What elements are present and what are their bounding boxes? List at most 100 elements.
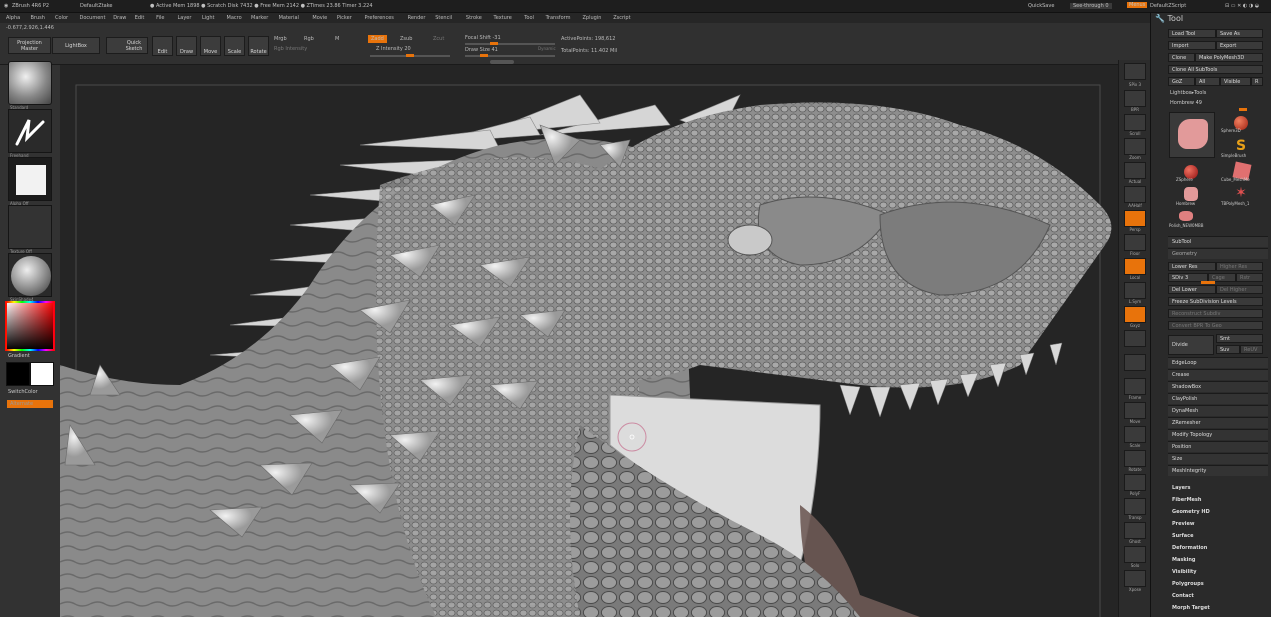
rstr-button[interactable]: Rstr xyxy=(1236,273,1263,282)
zcut-toggle[interactable]: Zcut xyxy=(433,36,444,42)
make-polymesh-button[interactable]: Make PolyMesh3D xyxy=(1195,53,1263,62)
draw-mode-button[interactable]: Draw xyxy=(176,36,197,56)
quick-sketch-button[interactable]: Quick Sketch xyxy=(106,37,148,54)
zadd-toggle[interactable]: Zadd xyxy=(368,35,387,43)
section-surface[interactable]: Surface xyxy=(1168,531,1268,542)
menu-item-texture[interactable]: Texture xyxy=(494,15,512,21)
tool-thumb-polish[interactable] xyxy=(1179,211,1193,221)
goz-r-button[interactable]: R xyxy=(1251,77,1263,86)
save-as-button[interactable]: Save As xyxy=(1216,29,1263,38)
section-polygroups[interactable]: Polygroups xyxy=(1168,579,1268,590)
convert-bpr-button[interactable]: Convert BPR To Geo xyxy=(1168,321,1263,330)
focal-shift-track[interactable] xyxy=(465,42,555,45)
menus-button[interactable]: Menus xyxy=(1127,2,1148,8)
see-through-slider[interactable]: See-through 0 xyxy=(1070,3,1112,9)
tray-button-l-sym[interactable] xyxy=(1124,282,1146,299)
rgb-intensity-slider[interactable]: Rgb Intensity xyxy=(274,46,307,52)
tray-button-scale[interactable] xyxy=(1124,426,1146,443)
freeze-subdivision-button[interactable]: Freeze SubDivision Levels xyxy=(1168,297,1263,306)
dinosaur-sculpt-viewport[interactable] xyxy=(60,65,1118,617)
tray-button-slot-10[interactable] xyxy=(1124,330,1146,347)
menu-item-file[interactable]: File xyxy=(156,15,164,21)
load-tool-button[interactable]: Load Tool xyxy=(1168,29,1216,38)
tray-button-floor[interactable] xyxy=(1124,234,1146,251)
tray-button-transp[interactable] xyxy=(1124,498,1146,515)
menu-item-stroke[interactable]: Stroke xyxy=(466,15,482,21)
zsub-toggle[interactable]: Zsub xyxy=(400,36,412,42)
suv-toggle[interactable]: Suv xyxy=(1216,345,1240,354)
tray-button-frame[interactable] xyxy=(1124,378,1146,395)
tray-button-local[interactable] xyxy=(1124,258,1146,275)
tray-button-slot-11[interactable] xyxy=(1124,354,1146,371)
menu-item-brush[interactable]: Brush xyxy=(31,15,45,21)
export-button[interactable]: Export xyxy=(1216,41,1263,50)
current-tool-slider[interactable]: Hombrew 49 xyxy=(1170,100,1202,106)
draw-size-knob[interactable] xyxy=(480,54,488,57)
geometry-item-modify-topology[interactable]: Modify Topology xyxy=(1168,429,1268,440)
menu-item-transform[interactable]: Transform xyxy=(546,15,571,21)
projection-master-button[interactable]: Projection Master xyxy=(8,37,51,54)
menu-item-light[interactable]: Light xyxy=(202,15,214,21)
geometry-item-shadowbox[interactable]: ShadowBox xyxy=(1168,381,1268,392)
menu-item-tool[interactable]: Tool xyxy=(524,15,534,21)
tray-button-move[interactable] xyxy=(1124,402,1146,419)
reconstruct-subdiv-button[interactable]: Reconstruct Subdiv xyxy=(1168,309,1263,318)
lightbox-tools-button[interactable]: Lightbox▸Tools xyxy=(1170,90,1206,96)
tray-button-ghost[interactable] xyxy=(1124,522,1146,539)
quicksave-button[interactable]: QuickSave xyxy=(1028,3,1054,9)
del-lower-button[interactable]: Del Lower xyxy=(1168,285,1216,294)
section-preview[interactable]: Preview xyxy=(1168,519,1268,530)
m-toggle[interactable]: M xyxy=(335,36,339,42)
current-tool-knob[interactable] xyxy=(1239,108,1247,111)
shelf-collapse-handle[interactable] xyxy=(490,60,514,64)
tray-button-scroll[interactable] xyxy=(1124,114,1146,131)
menu-item-material[interactable]: Material xyxy=(279,15,299,21)
geometry-item-claypolish[interactable]: ClayPolish xyxy=(1168,393,1268,404)
tray-button-polyf[interactable] xyxy=(1124,474,1146,491)
subtool-section[interactable]: SubTool xyxy=(1168,236,1268,247)
focal-shift-slider[interactable]: Focal Shift -31 xyxy=(465,35,501,41)
tray-button-xpose[interactable] xyxy=(1124,570,1146,587)
section-deformation[interactable]: Deformation xyxy=(1168,543,1268,554)
alpha-thumbnail[interactable] xyxy=(8,157,52,201)
menu-item-color[interactable]: Color xyxy=(55,15,68,21)
menu-item-alpha[interactable]: Alpha xyxy=(6,15,20,21)
menu-item-marker[interactable]: Marker xyxy=(251,15,268,21)
reuv-toggle[interactable]: ReUV xyxy=(1240,345,1263,354)
window-controls[interactable]: ⊟ ▭ ✕ ◐ ◑ ◒ xyxy=(1225,3,1259,9)
tray-button-rotate[interactable] xyxy=(1124,450,1146,467)
menu-item-zplugin[interactable]: Zplugin xyxy=(583,15,602,21)
stroke-thumbnail[interactable] xyxy=(8,109,52,153)
material-thumbnail[interactable] xyxy=(8,253,52,297)
dynamic-toggle[interactable]: Dynamic xyxy=(538,46,556,51)
default-zscript-button[interactable]: DefaultZScript xyxy=(1150,3,1186,9)
tray-button-aahalf[interactable] xyxy=(1124,186,1146,203)
spix-slider[interactable]: SPix 3 xyxy=(1119,82,1151,87)
section-contact[interactable]: Contact xyxy=(1168,591,1268,602)
main-color-swatch[interactable] xyxy=(6,362,30,386)
tool-thumb-hombrew-large[interactable] xyxy=(1169,112,1215,158)
section-morph-target[interactable]: Morph Target xyxy=(1168,603,1268,614)
tray-button-actual[interactable] xyxy=(1124,162,1146,179)
sdiv-knob[interactable] xyxy=(1201,281,1215,284)
scale-mode-button[interactable]: Scale xyxy=(224,36,245,56)
geometry-item-size[interactable]: Size xyxy=(1168,453,1268,464)
geometry-item-crease[interactable]: Crease xyxy=(1168,369,1268,380)
goz-all-button[interactable]: All xyxy=(1195,77,1220,86)
del-higher-button[interactable]: Del Higher xyxy=(1216,285,1263,294)
geometry-item-edgeloop[interactable]: EdgeLoop xyxy=(1168,357,1268,368)
gradient-toggle[interactable]: Gradient xyxy=(8,353,30,359)
edit-mode-button[interactable]: Edit xyxy=(152,36,173,56)
document-canvas[interactable] xyxy=(60,65,1118,617)
menu-item-render[interactable]: Render xyxy=(408,15,426,21)
menu-item-movie[interactable]: Movie xyxy=(312,15,327,21)
geometry-item-meshintegrity[interactable]: MeshIntegrity xyxy=(1168,465,1268,476)
section-layers[interactable]: Layers xyxy=(1168,483,1268,494)
import-button[interactable]: Import xyxy=(1168,41,1216,50)
geometry-item-dynamesh[interactable]: DynaMesh xyxy=(1168,405,1268,416)
tray-button-zoom[interactable] xyxy=(1124,138,1146,155)
tray-button-solo[interactable] xyxy=(1124,546,1146,563)
draw-size-slider[interactable]: Draw Size 41 xyxy=(465,47,498,53)
menu-item-draw[interactable]: Draw xyxy=(113,15,126,21)
goz-button[interactable]: GoZ xyxy=(1168,77,1195,86)
